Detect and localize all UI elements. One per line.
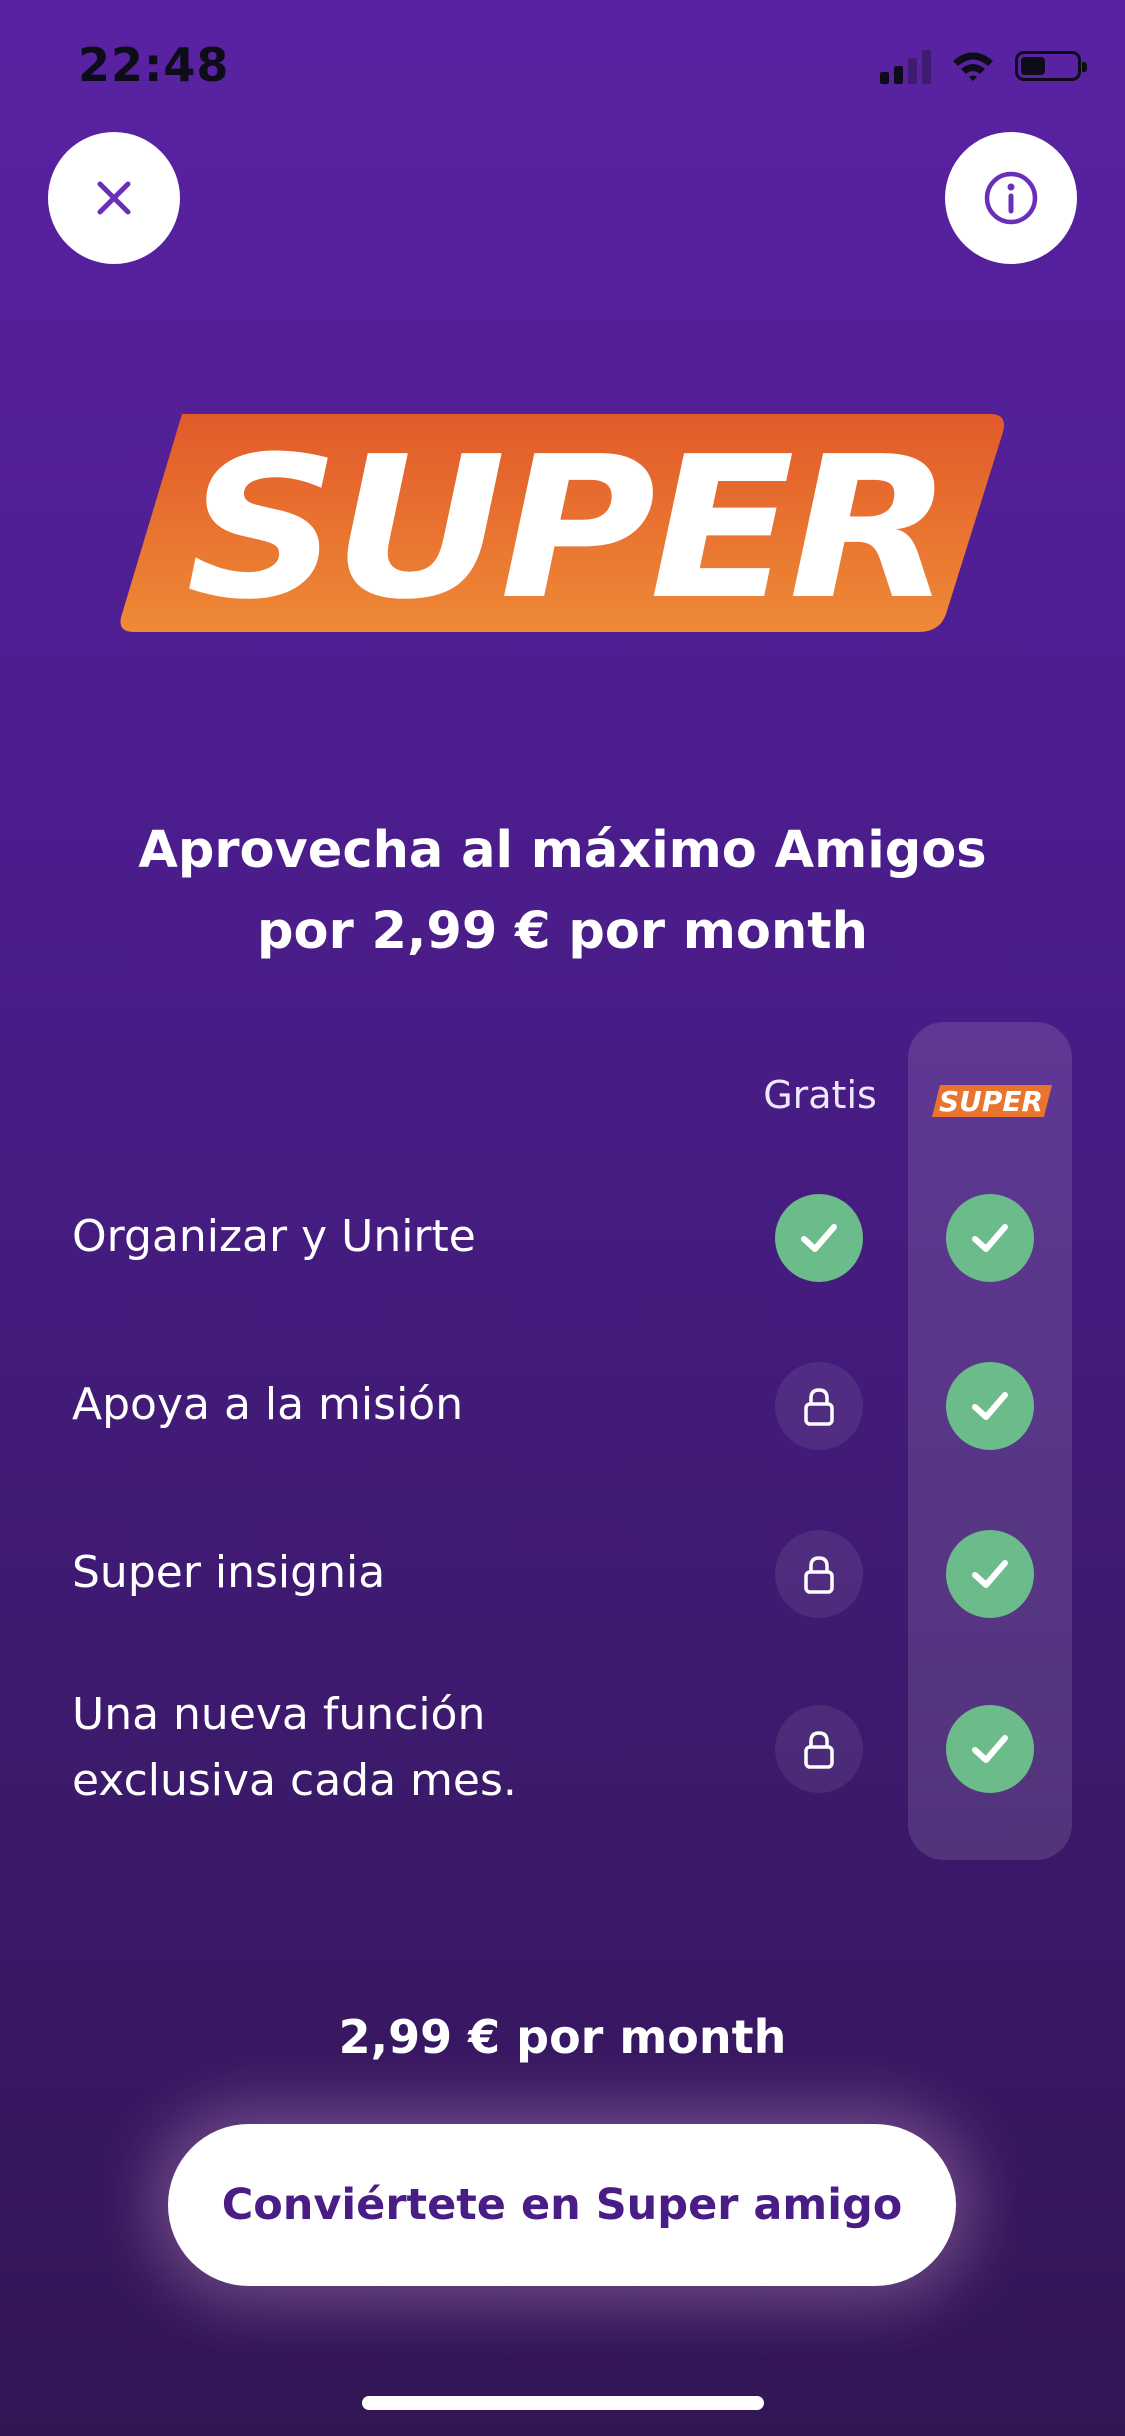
headline: Aprovecha al máximo Amigos por 2,99 € po… (80, 810, 1045, 972)
logo-text: SUPER (186, 415, 946, 638)
column-header-free: Gratis (763, 1073, 877, 1117)
check-icon (972, 1560, 1008, 1588)
headline-line-2: por 2,99 € por month (257, 902, 868, 961)
check-icon (972, 1392, 1008, 1420)
headline-line-1: Aprovecha al máximo Amigos (138, 821, 987, 880)
super-feature-status (946, 1194, 1034, 1282)
lock-icon (804, 1388, 834, 1426)
info-icon (984, 171, 1038, 225)
feature-label-insignia: Super insignia (72, 1547, 386, 1598)
lock-icon (804, 1556, 834, 1594)
super-feature-status (946, 1530, 1034, 1618)
check-icon (972, 1224, 1008, 1252)
price-text: 2,99 € por month (338, 2010, 787, 2064)
super-logo: SUPER (120, 414, 1005, 638)
cta-label: Conviértete en Super amigo (222, 2180, 903, 2230)
feature-label-nueva-funcion: Una nueva función exclusiva cada mes. (72, 1682, 517, 1814)
super-feature-status (946, 1362, 1034, 1450)
free-feature-status (775, 1362, 863, 1450)
close-button[interactable] (48, 132, 180, 264)
status-time: 22:48 (78, 38, 230, 92)
status-bar: 22:48 (0, 0, 1125, 130)
status-icons (880, 48, 1087, 84)
free-feature-status (775, 1705, 863, 1793)
wifi-icon (953, 52, 993, 81)
feature-label-line-1: Una nueva función (72, 1689, 486, 1740)
cellular-signal-icon (880, 48, 931, 84)
feature-label-organizar: Organizar y Unirte (72, 1211, 476, 1262)
feature-label-line-2: exclusiva cada mes. (72, 1755, 517, 1806)
column-header-super-badge: SUPER (932, 1085, 1052, 1118)
close-icon (97, 181, 131, 215)
battery-icon (1015, 51, 1087, 81)
cta-label-prefix: Conviértete en (221, 2180, 596, 2230)
lock-icon (804, 1731, 834, 1769)
svg-text:SUPER: SUPER (939, 1085, 1043, 1118)
free-feature-status (775, 1530, 863, 1618)
feature-label-mision: Apoya a la misión (72, 1379, 464, 1430)
super-feature-status (946, 1705, 1034, 1793)
info-button[interactable] (945, 132, 1077, 264)
check-icon (801, 1224, 837, 1252)
check-icon (972, 1735, 1008, 1763)
cta-label-bold: Super amigo (595, 2180, 903, 2230)
become-super-button[interactable]: Conviértete en Super amigo (168, 2124, 956, 2286)
free-feature-status (775, 1194, 863, 1282)
home-indicator[interactable] (362, 2396, 764, 2410)
